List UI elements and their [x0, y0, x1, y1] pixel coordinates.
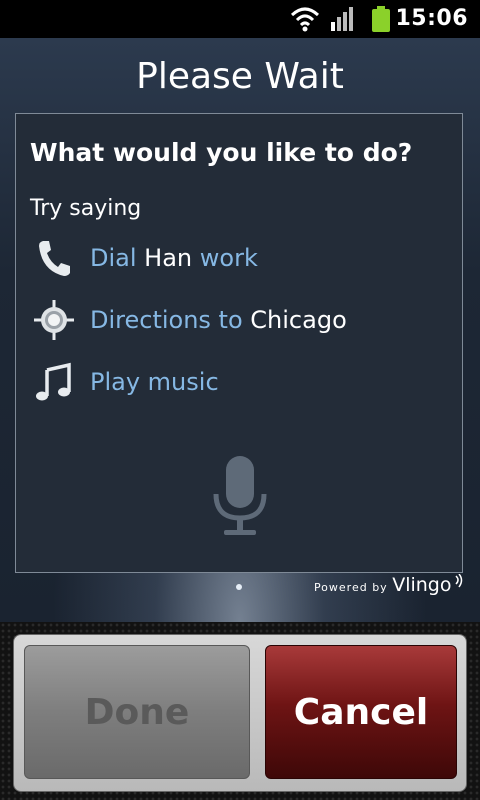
try-saying-label: Try saying	[30, 196, 142, 221]
command-keyword: Dial	[90, 244, 137, 272]
suggestion-panel: What would you like to do? Try saying Di…	[15, 113, 463, 573]
cancel-button[interactable]: Cancel	[265, 645, 457, 779]
brand-name: Vlingo	[392, 574, 452, 596]
powered-by-label: Powered by Vlingo	[313, 573, 464, 596]
command-keyword-2: work	[199, 244, 258, 272]
powered-by-text: Powered by	[313, 581, 388, 594]
command-play-music: Play music	[30, 360, 450, 404]
command-keyword: Directions to	[90, 306, 243, 334]
dialog-title: Please Wait	[136, 56, 344, 97]
wifi-icon	[290, 7, 320, 32]
status-time: 15:06	[395, 6, 468, 31]
voice-dialog: Please Wait What would you like to do? T…	[0, 38, 480, 622]
brand-wave-icon	[455, 573, 463, 588]
button-frame: Done Cancel	[13, 634, 467, 792]
question-heading: What would you like to do?	[30, 138, 413, 167]
command-directions: Directions to Chicago	[30, 298, 450, 342]
command-value: Chicago	[250, 306, 347, 334]
done-button[interactable]: Done	[24, 645, 250, 779]
status-bar: 15:06	[0, 0, 480, 38]
music-note-icon	[36, 362, 71, 401]
location-target-icon	[34, 300, 74, 340]
battery-icon	[372, 6, 390, 32]
microphone-icon[interactable]	[210, 454, 270, 538]
command-keyword: Play music	[90, 368, 219, 396]
signal-icon	[331, 7, 353, 31]
phone-icon	[39, 241, 70, 276]
command-dial: Dial Han work	[30, 236, 450, 280]
command-value: Han	[144, 244, 193, 272]
page-indicator-dot	[236, 584, 242, 590]
button-bar: Done Cancel	[0, 622, 480, 800]
